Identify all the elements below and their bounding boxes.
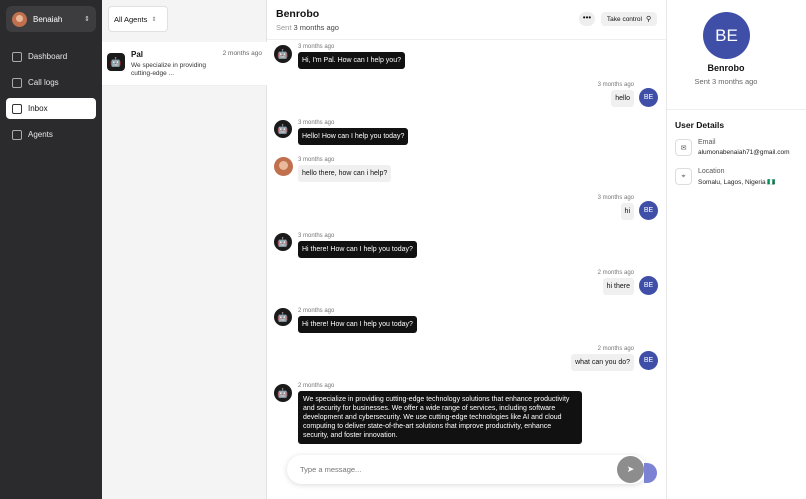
sidebar-item-dashboard[interactable]: Dashboard — [6, 46, 96, 67]
user-details-panel: BE Benrobo Sent 3 months ago User Detail… — [666, 0, 806, 499]
message-bubble: what can you do? — [571, 354, 634, 371]
message-composer — [287, 455, 647, 484]
robot-icon: 🤖 — [274, 120, 292, 138]
message-bubble: hi — [620, 203, 634, 220]
message-human-agent: 3 months ago hello there, how can i help… — [298, 157, 392, 182]
conversation-name: Pal — [131, 50, 144, 59]
robot-icon: 🤖 — [274, 384, 292, 402]
location-value: Somalu, Lagos, Nigeria 🇳🇬 — [698, 179, 776, 186]
message-time: 2 months ago — [298, 308, 335, 314]
email-label: Email — [698, 139, 716, 146]
message-bot: 3 months ago Hi, I'm Pal. How can I help… — [298, 44, 405, 69]
message-time: 3 months ago — [298, 157, 335, 163]
agent-filter-dropdown[interactable]: All Agents ⇕ — [108, 6, 168, 32]
user-avatar — [12, 11, 27, 27]
bot-icon — [12, 129, 22, 140]
chat-sent-info: Sent 3 months ago — [276, 23, 657, 32]
user-avatar: BE — [639, 276, 658, 295]
location-label: Location — [698, 168, 725, 175]
message-bubble: Hi there! How can I help you today? — [298, 241, 417, 258]
conversation-item[interactable]: 🤖 Pal 2 months ago We specialize in prov… — [102, 42, 267, 86]
divider — [667, 109, 806, 110]
message-time: 2 months ago — [298, 383, 335, 389]
grid-icon — [12, 51, 22, 62]
message-user: 2 months ago what can you do? — [540, 346, 634, 371]
hand-icon: ⚲ — [645, 16, 652, 23]
message-bubble: Hello! How can I help you today? — [298, 128, 409, 145]
robot-icon: 🤖 — [274, 233, 292, 251]
agent-filter-label: All Agents — [114, 14, 148, 24]
sidebar-item-agents[interactable]: Agents — [6, 124, 96, 145]
message-time: 3 months ago — [597, 82, 634, 88]
take-control-label: Take control — [606, 15, 642, 23]
sidebar-item-label: Dashboard — [28, 52, 68, 61]
message-bubble: hello — [611, 90, 634, 107]
send-icon: ➤ — [626, 464, 635, 474]
conversation-preview: We specialize in providing cutting-edge … — [131, 62, 207, 77]
message-input[interactable] — [300, 465, 634, 474]
sent-label: Sent — [276, 23, 292, 32]
message-time: 2 months ago — [597, 270, 634, 276]
sidebar-item-inbox[interactable]: Inbox — [6, 98, 96, 119]
conversation-time: 2 months ago — [222, 50, 262, 57]
user-avatar: BE — [639, 351, 658, 370]
account-name: Benaiah — [33, 14, 63, 24]
chat-header: Benrobo Sent 3 months ago ••• Take contr… — [267, 0, 666, 40]
message-time: 3 months ago — [298, 233, 335, 239]
message-time: 3 months ago — [298, 44, 335, 50]
sidebar-item-label: Call logs — [28, 78, 59, 87]
email-value: alumonabenaiah71@gmail.com — [698, 149, 790, 156]
message-bubble: We specialize in providing cutting-edge … — [298, 391, 582, 444]
user-avatar: BE — [639, 88, 658, 107]
inbox-icon — [12, 103, 22, 114]
message-bot: 3 months ago Hello! How can I help you t… — [298, 120, 409, 145]
send-button[interactable]: ➤ — [617, 456, 644, 483]
sidebar-item-call-logs[interactable]: Call logs — [6, 72, 96, 93]
take-control-button[interactable]: Take control ⚲ — [601, 12, 657, 26]
chevron-updown-icon: ⇕ — [84, 16, 90, 23]
location-pin-icon: ⌖ — [675, 168, 692, 185]
account-switcher[interactable]: Benaiah ⇕ — [6, 6, 96, 32]
message-time: 3 months ago — [298, 120, 335, 126]
chat-title: Benrobo — [276, 8, 320, 20]
conversation-list: All Agents ⇕ 🤖 Pal 2 months ago We speci… — [102, 0, 267, 499]
contact-name: Benrobo — [707, 63, 745, 73]
robot-icon: 🤖 — [274, 308, 292, 326]
message-user: 3 months ago hello — [560, 82, 634, 107]
message-user: 3 months ago hi — [560, 195, 634, 220]
mail-icon: ✉ — [675, 139, 692, 156]
chevron-updown-icon: ⇕ — [151, 16, 157, 23]
contact-avatar: BE — [703, 12, 750, 59]
message-bot: 2 months ago Hi there! How can I help yo… — [298, 308, 417, 333]
contact-sent: Sent 3 months ago — [694, 77, 758, 86]
message-bot: 3 months ago Hi there! How can I help yo… — [298, 233, 417, 258]
section-title: User Details — [675, 120, 725, 130]
robot-icon: 🤖 — [107, 53, 125, 71]
user-avatar: BE — [639, 201, 658, 220]
message-time: 2 months ago — [597, 346, 634, 352]
robot-icon: 🤖 — [274, 45, 292, 63]
message-bubble: Hi there! How can I help you today? — [298, 316, 417, 333]
phone-icon — [12, 77, 22, 88]
message-bubble: hi there — [602, 278, 634, 295]
sidebar-item-label: Agents — [28, 130, 53, 139]
agent-avatar — [274, 157, 293, 176]
sent-time: 3 months ago — [293, 23, 339, 32]
more-options-button[interactable]: ••• — [579, 12, 595, 26]
message-bubble: Hi, I'm Pal. How can I help you? — [298, 52, 405, 69]
message-bubble: hello there, how can i help? — [298, 165, 392, 182]
message-time: 3 months ago — [597, 195, 634, 201]
location-row: ⌖ Location Somalu, Lagos, Nigeria 🇳🇬 — [675, 168, 775, 186]
message-bot: 2 months ago We specialize in providing … — [298, 383, 582, 444]
sidebar-item-label: Inbox — [28, 104, 48, 113]
email-row: ✉ Email alumonabenaiah71@gmail.com — [675, 139, 790, 156]
sidebar: Benaiah ⇕ Dashboard Call logs Inbox Agen… — [0, 0, 102, 499]
message-user: 2 months ago hi there — [560, 270, 634, 295]
